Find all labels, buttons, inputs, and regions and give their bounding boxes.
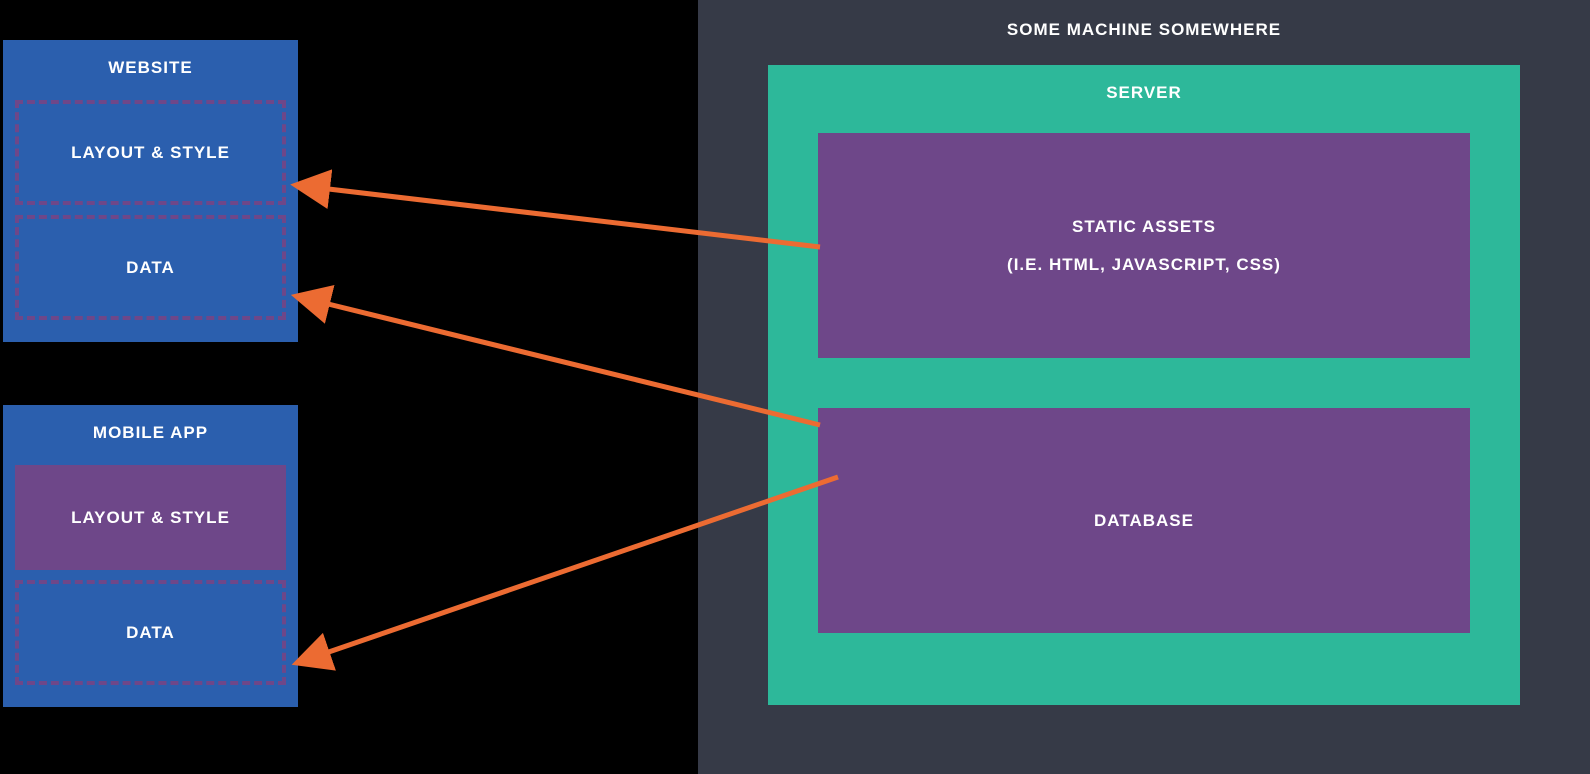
machine-title: SOME MACHINE SOMEWHERE: [698, 20, 1590, 40]
mobile-layout-section: LAYOUT & STYLE: [15, 465, 286, 570]
mobile-box: MOBILE APP LAYOUT & STYLE DATA: [3, 405, 298, 707]
mobile-layout-label: LAYOUT & STYLE: [71, 508, 230, 528]
database-label: DATABASE: [1094, 511, 1194, 531]
database-box: DATABASE: [818, 408, 1470, 633]
static-assets-label: STATIC ASSETS: [1072, 217, 1216, 237]
website-data-section: DATA: [15, 215, 286, 320]
mobile-data-label: DATA: [126, 623, 175, 643]
machine-container: SOME MACHINE SOMEWHERE SERVER STATIC ASS…: [698, 0, 1590, 774]
server-title: SERVER: [818, 83, 1470, 103]
website-layout-label: LAYOUT & STYLE: [71, 143, 230, 163]
static-assets-box: STATIC ASSETS (I.E. HTML, JAVASCRIPT, CS…: [818, 133, 1470, 358]
website-title: WEBSITE: [15, 58, 286, 78]
website-box: WEBSITE LAYOUT & STYLE DATA: [3, 40, 298, 342]
website-layout-section: LAYOUT & STYLE: [15, 100, 286, 205]
website-data-label: DATA: [126, 258, 175, 278]
server-container: SERVER STATIC ASSETS (I.E. HTML, JAVASCR…: [768, 65, 1520, 705]
mobile-title: MOBILE APP: [15, 423, 286, 443]
static-assets-sublabel: (I.E. HTML, JAVASCRIPT, CSS): [1007, 255, 1281, 275]
mobile-data-section: DATA: [15, 580, 286, 685]
